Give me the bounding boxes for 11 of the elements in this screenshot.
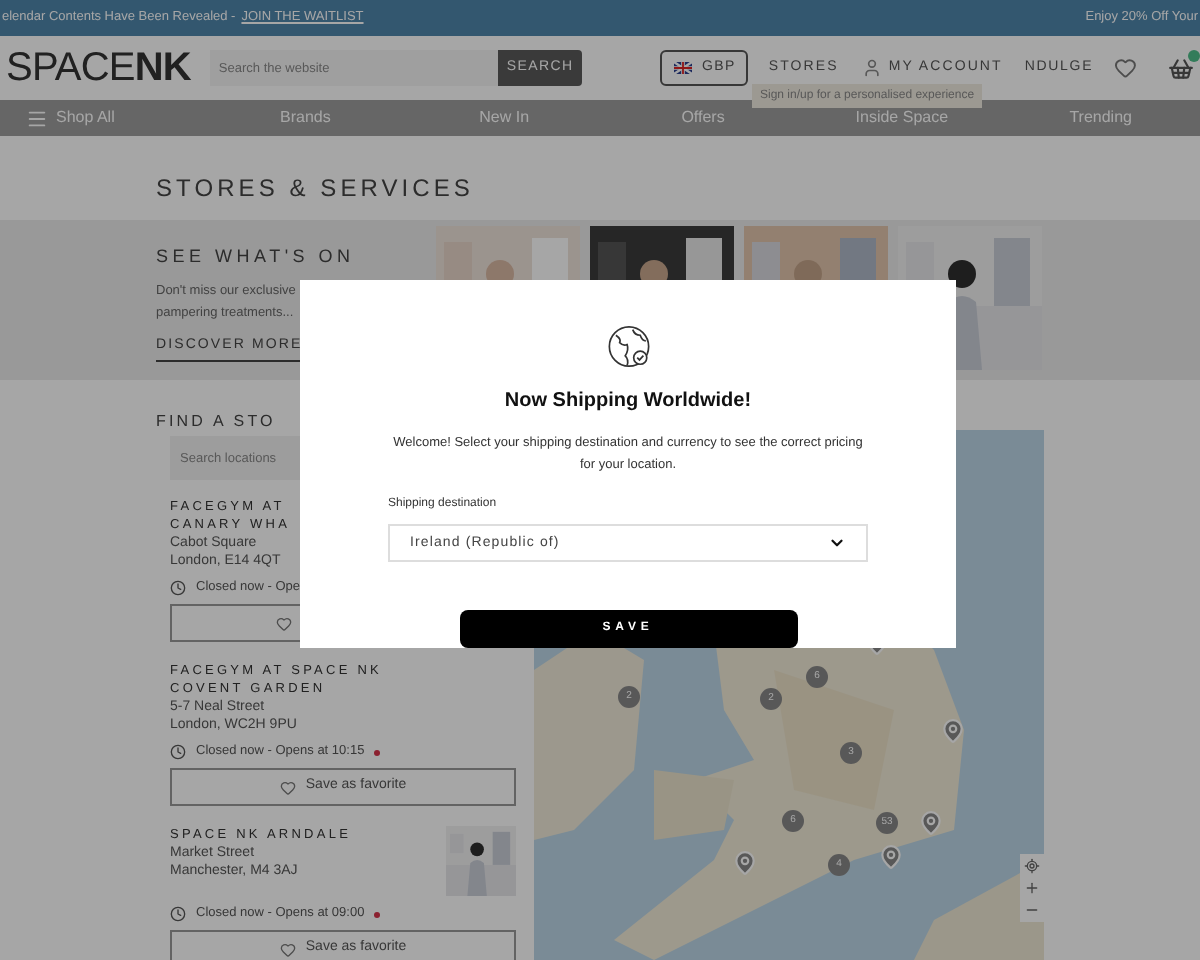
- nav-link[interactable]: Offers: [603, 106, 803, 130]
- section-title: FIND A STO: [156, 412, 276, 430]
- nav-link[interactable]: Brands: [206, 106, 405, 130]
- nav-link[interactable]: New In: [404, 106, 604, 130]
- nav-link[interactable]: Trending: [1001, 106, 1200, 130]
- nav-link[interactable]: Shop All: [26, 106, 206, 130]
- section-title: SEE WHAT'S ON: [156, 244, 357, 270]
- logo[interactable]: SPACENK: [6, 48, 191, 88]
- page-title: STORES & SERVICES: [156, 172, 476, 206]
- nav-link[interactable]: Inside Space: [802, 106, 1002, 130]
- dialog-title: Now Shipping Worldwide!: [504, 388, 752, 417]
